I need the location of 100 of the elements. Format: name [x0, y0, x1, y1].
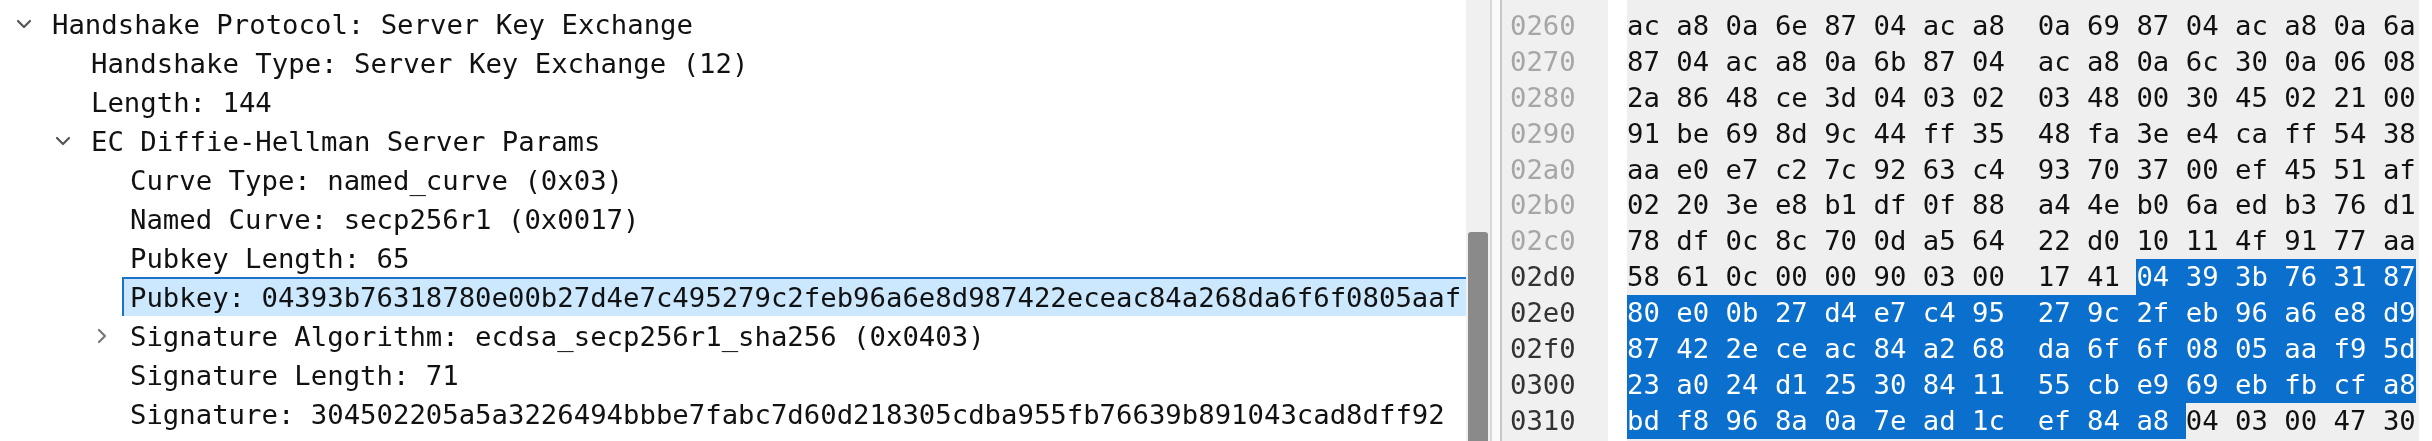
hex-byte: e8: [2333, 295, 2383, 332]
scrollbar-thumb[interactable]: [1468, 232, 1488, 441]
hex-byte: a6: [2284, 295, 2334, 332]
hex-byte: aa: [2382, 224, 2416, 259]
hex-byte: 04: [1873, 9, 1908, 43]
hex-byte: 0c: [1725, 224, 1760, 259]
hex-byte: 88: [1972, 188, 2006, 223]
hex-byte: e4: [2185, 116, 2220, 151]
hex-byte: 9c: [2087, 295, 2137, 332]
hex-byte: aa: [2284, 331, 2334, 367]
hex-byte: d4: [1824, 295, 1874, 332]
tree-item[interactable]: Handshake Type: Server Key Exchange (12): [83, 43, 1466, 82]
hex-byte: ad: [1922, 402, 1973, 439]
hex-byte: 11: [2185, 224, 2220, 259]
tree-item[interactable]: EC Diffie-Hellman Server Params: [83, 121, 1466, 160]
hex-byte: 91: [1627, 116, 1661, 151]
hex-byte: 3e: [1725, 188, 1760, 223]
hex-byte: a8: [1676, 9, 1711, 43]
hex-byte: 95: [1972, 295, 2038, 332]
hex-byte: 0a: [1824, 44, 1859, 79]
hex-byte: 08: [2185, 331, 2235, 367]
hex-byte: a2: [1922, 331, 1973, 367]
hex-byte: ff: [1922, 116, 1957, 151]
hex-byte: a0: [1676, 366, 1726, 403]
hex-byte: 8c: [1774, 224, 1809, 259]
hex-byte: b3: [2284, 188, 2319, 223]
hex-byte: eb: [2235, 366, 2285, 403]
hex-byte: 04: [1676, 44, 1711, 79]
hex-byte: 45: [2235, 80, 2269, 115]
hex-byte: a8: [2284, 9, 2319, 43]
hex-byte: 48: [2037, 116, 2072, 151]
hex-byte: 00: [2136, 80, 2171, 115]
hex-byte: 87: [1627, 44, 1661, 79]
hex-byte: 27: [1774, 295, 1825, 332]
hex-byte: cf: [2333, 366, 2383, 403]
hex-byte: 0c: [1725, 260, 1760, 295]
tree-item[interactable]: Curve Type: named_curve (0x03): [122, 160, 1466, 199]
hex-byte: ac: [1725, 44, 1760, 79]
hex-byte: e0: [1676, 295, 1726, 332]
hex-byte: c2: [1774, 152, 1809, 187]
hex-byte: 30: [2382, 403, 2416, 438]
hex-byte: 86: [1676, 80, 1711, 115]
hex-byte: 0a: [1725, 9, 1760, 43]
tree-item[interactable]: Named Curve: secp256r1 (0x0017): [122, 199, 1466, 238]
hex-byte: 04: [1873, 80, 1908, 115]
tree-item[interactable]: Handshake Protocol: Server Key Exchange: [44, 4, 1466, 43]
offset-label: 02d0: [1509, 260, 1577, 295]
hex-byte: 02: [1627, 188, 1661, 223]
hex-byte: 42: [1676, 331, 1726, 367]
hex-byte: 55: [2037, 366, 2088, 403]
hex-byte: 9c: [1824, 116, 1859, 151]
hex-byte: 70: [2087, 152, 2121, 187]
hex-byte: 00: [2185, 152, 2220, 187]
hex-byte: 69: [1725, 116, 1760, 151]
hex-byte: 21: [2333, 80, 2368, 115]
offset-label: 02a0: [1509, 152, 1577, 187]
hex-byte: 6f: [2087, 331, 2137, 367]
hex-byte: 47: [2333, 403, 2368, 438]
hex-byte: e0: [1676, 152, 1711, 187]
hex-byte: 04: [2185, 403, 2220, 438]
hex-byte: aa: [1627, 152, 1661, 187]
tree-item[interactable]: Signature Algorithm: ecdsa_secp256r1_sha256 (0x0403): [122, 316, 1466, 355]
hex-byte: 00: [1824, 260, 1859, 295]
hex-byte: f9: [2333, 331, 2383, 367]
hex-byte: b1: [1824, 188, 1859, 223]
hex-byte: c4: [1972, 152, 2006, 187]
hex-byte: e8: [1774, 188, 1809, 223]
tree-item[interactable]: Pubkey: 04393b76318780e00b27d4e7c495279c2feb96a6e8d987422eceac84a268da6f6f0805aaf: [122, 277, 1466, 316]
hex-byte: 00: [2284, 403, 2319, 438]
offset-label: 0310: [1509, 403, 1577, 438]
hex-byte: a8: [2136, 402, 2186, 439]
hex-byte: 3d: [1824, 80, 1859, 115]
hex-byte: 48: [1725, 80, 1760, 115]
hex-byte: ac: [1922, 9, 1957, 43]
hex-byte: 0f: [1922, 188, 1957, 223]
hex-byte: ef: [2235, 152, 2269, 187]
hex-byte: af: [2382, 152, 2416, 187]
offset-label: 02e0: [1509, 296, 1577, 331]
tree-item[interactable]: Signature Length: 71: [122, 355, 1466, 394]
hex-byte: 44: [1873, 116, 1908, 151]
hex-byte: 7e: [1873, 402, 1923, 439]
hex-byte: ac: [1824, 331, 1874, 367]
offset-label: 0300: [1509, 367, 1577, 402]
hex-byte: 45: [2284, 152, 2319, 187]
tree-item[interactable]: Pubkey Length: 65: [122, 238, 1466, 277]
hex-byte: 03: [1922, 260, 1957, 295]
hex-byte: 87: [2136, 9, 2171, 43]
hex-byte: 24: [1725, 366, 1775, 403]
hex-byte: 68: [1972, 331, 2038, 367]
hex-byte: 00: [1774, 260, 1809, 295]
hex-byte: ac: [2037, 44, 2072, 79]
tree-item[interactable]: Length: 144: [83, 82, 1466, 121]
hex-byte: e9: [2136, 366, 2186, 403]
hex-byte: 03: [1922, 80, 1957, 115]
hex-byte: df: [1873, 188, 1908, 223]
hex-byte: 8d: [1774, 116, 1809, 151]
hex-byte: 39: [2185, 259, 2235, 296]
offset-label: 02c0: [1509, 224, 1577, 259]
hex-byte: ca: [2235, 116, 2269, 151]
tree-item[interactable]: Signature: 304502205a5a3226494bbbe7fabc7d60d218305cdba955fb76639b891043cad8dff92: [122, 394, 1466, 433]
